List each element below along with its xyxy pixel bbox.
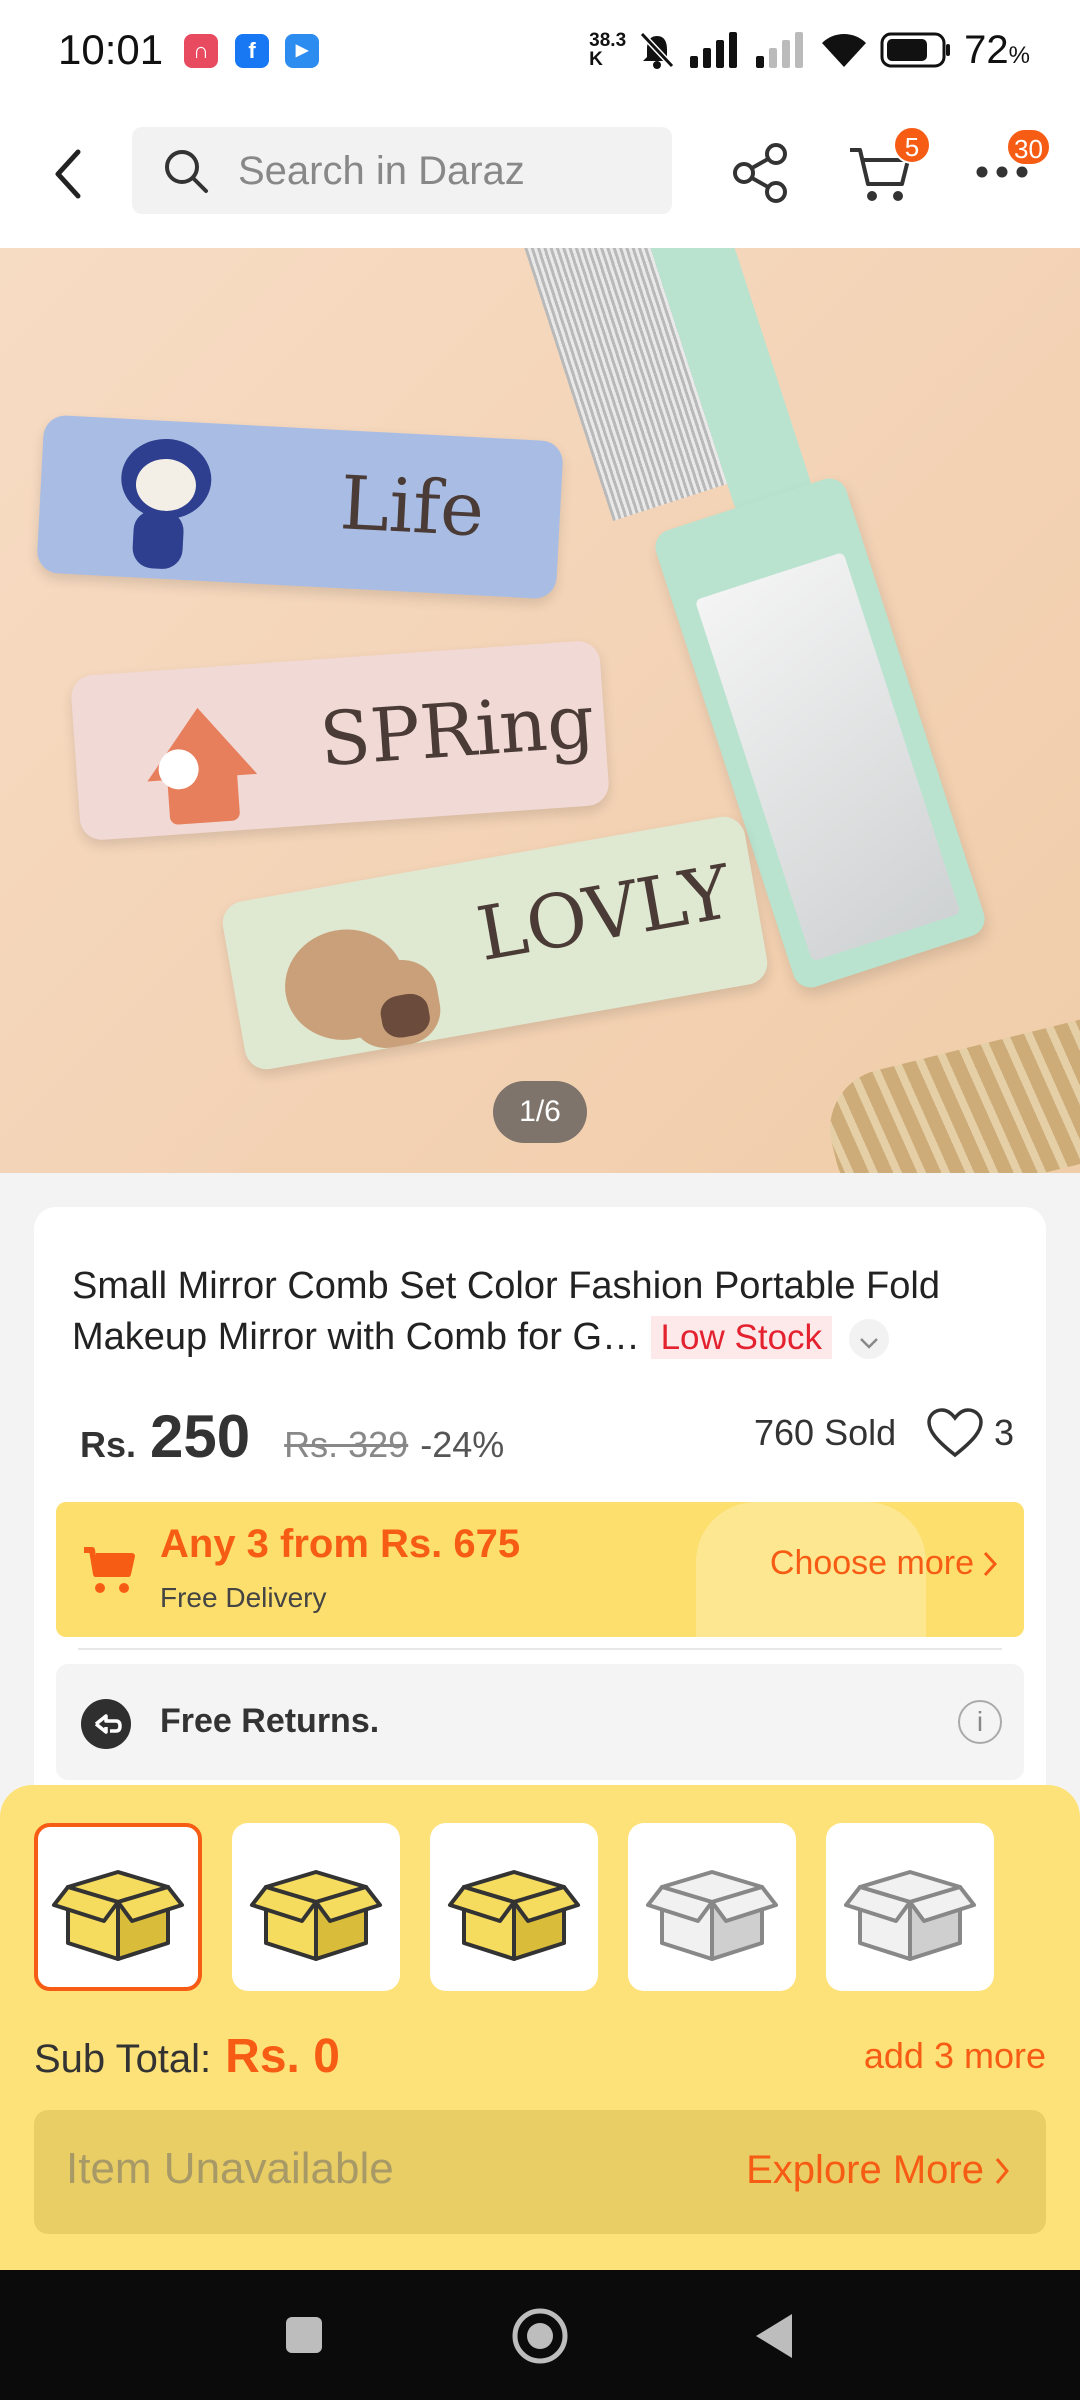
bundle-slot-1[interactable] [34,1823,202,1991]
like-count: 3 [994,1412,1015,1453]
wifi-icon [822,34,867,67]
status-bar: 10:01 ∩ f ▶ 38.3 K 72% [0,0,1080,100]
clock: 10:01 [58,26,164,73]
box-icon [52,1870,184,1961]
monkey-illustration [107,436,234,572]
chevron-down-icon [859,1338,878,1349]
bundle-slot-3[interactable] [430,1823,598,1991]
share-icon[interactable] [732,142,790,204]
subtotal-value: Rs. 0 [225,2030,340,2083]
bundle-slot-5[interactable] [826,1823,994,1991]
discount-percent: -24% [420,1424,505,1465]
promo-headline: Any 3 from Rs. 675 [160,1522,521,1566]
promo-subline: Free Delivery [160,1582,327,1613]
pink-comb-case: SPRing [69,639,611,842]
info-icon[interactable]: i [958,1700,1002,1744]
chevron-right-icon [983,1551,998,1576]
divider [78,1648,1002,1650]
item-unavailable-button[interactable]: Item Unavailable Explore More [34,2110,1046,2234]
box-icon [844,1870,976,1961]
free-returns-label: Free Returns. [160,1702,380,1740]
more-count-badge: 30 [1006,128,1051,166]
wheat-decoration [817,1015,1080,1173]
subtotal-label: Sub Total: [34,2037,212,2081]
search-placeholder: Search in Daraz [238,149,525,193]
product-title: Small Mirror Comb Set Color Fashion Port… [72,1261,1032,1363]
currency-label: Rs. [80,1424,137,1465]
current-price: 250 [150,1403,251,1470]
battery-level: 72% [964,27,1030,72]
bear-illustration [275,905,446,1064]
explore-more-label: Explore More [746,2148,984,2192]
chevron-right-icon [995,2157,1009,2184]
fox-illustration [133,703,271,832]
subtotal-row: Sub Total: Rs. 0 [34,2029,340,2084]
choose-more-link[interactable]: Choose more [770,1544,998,1583]
data-rate: 38.3 K [589,30,627,70]
signal-strength-icon [690,32,738,68]
headphones-app-icon: ∩ [184,34,218,68]
search-icon [165,150,208,193]
comb-word-life: Life [338,460,487,554]
free-returns-row[interactable]: Free Returns. i [56,1664,1024,1780]
system-nav-bar [0,2270,1080,2400]
blue-comb-case: Life [36,414,564,600]
add-more-hint: add 3 more [863,2035,1046,2076]
bundle-promo-banner[interactable]: Any 3 from Rs. 675 Free Delivery Choose … [56,1502,1024,1637]
box-icon [448,1870,580,1961]
back-nav-button[interactable] [752,2310,796,2362]
signal-strength-2-icon [756,32,804,68]
home-button[interactable] [510,2306,570,2366]
green-comb-case: LOVLY [219,813,771,1073]
low-stock-badge: Low Stock [650,1316,833,1359]
battery-icon [880,32,951,68]
recents-button[interactable] [286,2317,322,2353]
choose-more-label: Choose more [769,1544,974,1582]
heart-icon[interactable] [926,1407,984,1459]
bundle-slot-2[interactable] [232,1823,400,1991]
price-row: Rs. 250 Rs. 329 -24% [80,1402,504,1471]
top-nav: Search in Daraz 5 30 [0,100,1080,248]
cart-promo-icon [84,1547,135,1593]
box-icon [646,1870,778,1961]
image-counter: 1/6 [493,1081,587,1143]
back-arrow-icon[interactable] [50,144,90,204]
bundle-panel: Sub Total: Rs. 0 add 3 more Item Unavail… [0,1785,1080,2270]
return-arrow-icon [81,1699,131,1749]
original-price: Rs. 329 [284,1424,409,1465]
product-image-gallery[interactable]: Life SPRing LOVLY 1/6 [0,248,1080,1173]
cart-count-badge: 5 [893,126,931,164]
comb-word-spring: SPRing [316,678,598,784]
comb-word-lovly: LOVLY [471,849,738,979]
search-input[interactable]: Search in Daraz [132,127,672,214]
box-icon [250,1870,382,1961]
item-unavailable-label: Item Unavailable [66,2144,394,2193]
explore-more-link[interactable]: Explore More [746,2148,1010,2193]
media-app-icon: ▶ [285,34,319,68]
facebook-app-icon: f [235,34,269,68]
bundle-slot-4[interactable] [628,1823,796,1991]
sold-count: 760 Sold [754,1412,897,1453]
mute-bell-icon [639,31,675,69]
expand-title-button[interactable] [848,1318,889,1359]
